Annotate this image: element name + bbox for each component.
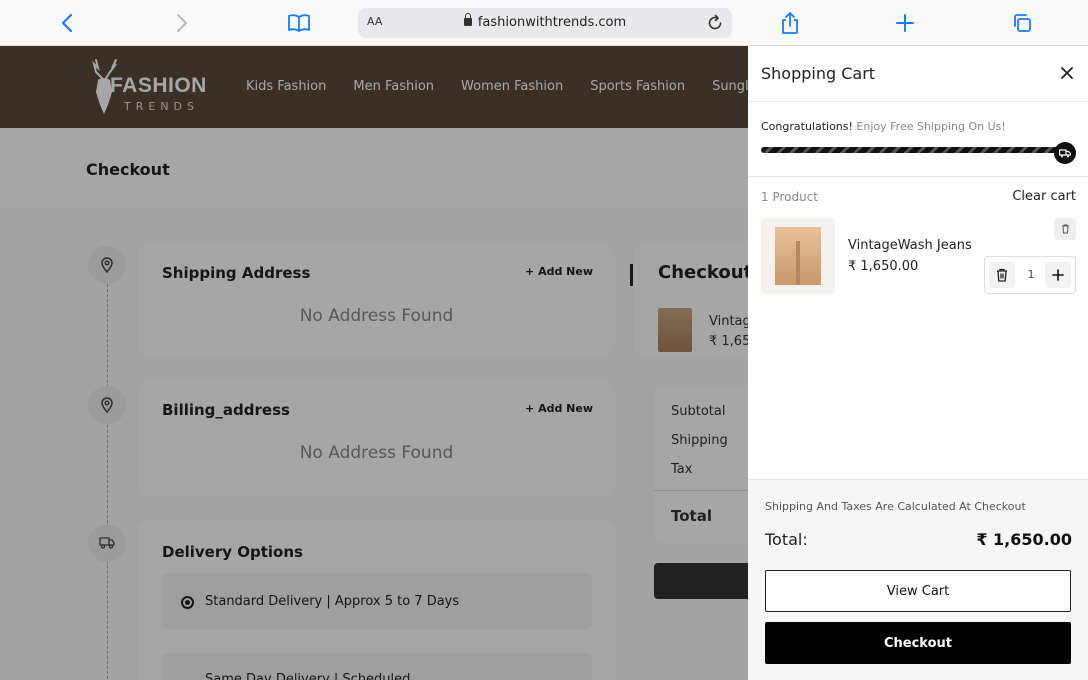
plus-icon[interactable] bbox=[1045, 262, 1071, 288]
close-icon[interactable] bbox=[1056, 62, 1078, 84]
shopping-cart-drawer: Shopping Cart Congratulations! Enjoy Fre… bbox=[748, 46, 1088, 680]
cart-divider bbox=[748, 176, 1088, 177]
forward-icon[interactable] bbox=[168, 9, 196, 37]
truck-icon bbox=[1054, 142, 1076, 164]
free-shipping-progress bbox=[761, 147, 1067, 153]
url-display[interactable]: fashionwithtrends.com bbox=[358, 13, 732, 30]
tabs-icon[interactable] bbox=[1008, 9, 1036, 37]
browser-toolbar: AA fashionwithtrends.com bbox=[0, 0, 1088, 46]
new-tab-icon[interactable] bbox=[891, 9, 919, 37]
share-icon[interactable] bbox=[776, 9, 804, 37]
back-icon[interactable] bbox=[53, 9, 81, 37]
product-count: 1 Product bbox=[761, 190, 819, 204]
clear-cart-button[interactable]: Clear cart bbox=[1012, 189, 1076, 204]
shipping-tax-note: Shipping And Taxes Are Calculated At Che… bbox=[765, 500, 1026, 513]
congrats-label: Congratulations! bbox=[761, 120, 853, 133]
cart-header: Shopping Cart bbox=[748, 46, 1088, 102]
cart-item-name[interactable]: VintageWash Jeans bbox=[848, 238, 972, 253]
bookmarks-icon[interactable] bbox=[285, 9, 313, 37]
quantity-value[interactable]: 1 bbox=[1025, 268, 1037, 281]
quantity-stepper: 1 bbox=[984, 256, 1076, 294]
cart-footer: Shipping And Taxes Are Calculated At Che… bbox=[748, 479, 1088, 680]
page-overlay[interactable] bbox=[0, 46, 748, 680]
checkout-button[interactable]: Checkout bbox=[765, 622, 1071, 664]
cart-total-value: ₹ 1,650.00 bbox=[976, 530, 1072, 549]
trash-icon[interactable] bbox=[989, 262, 1015, 288]
cart-item-image[interactable] bbox=[761, 218, 835, 294]
congrats-text: Enjoy Free Shipping On Us! bbox=[852, 120, 1006, 133]
cart-title: Shopping Cart bbox=[761, 64, 876, 83]
url-text: fashionwithtrends.com bbox=[477, 15, 627, 30]
address-bar[interactable]: AA fashionwithtrends.com bbox=[358, 8, 732, 38]
remove-item-icon[interactable] bbox=[1054, 218, 1076, 240]
lock-icon bbox=[463, 13, 472, 26]
reload-icon[interactable] bbox=[704, 12, 726, 34]
cart-total-label: Total: bbox=[765, 530, 808, 549]
free-shipping-message: Congratulations! Enjoy Free Shipping On … bbox=[761, 120, 1006, 133]
view-cart-button[interactable]: View Cart bbox=[765, 570, 1071, 612]
cart-item-price: ₹ 1,650.00 bbox=[848, 259, 919, 274]
